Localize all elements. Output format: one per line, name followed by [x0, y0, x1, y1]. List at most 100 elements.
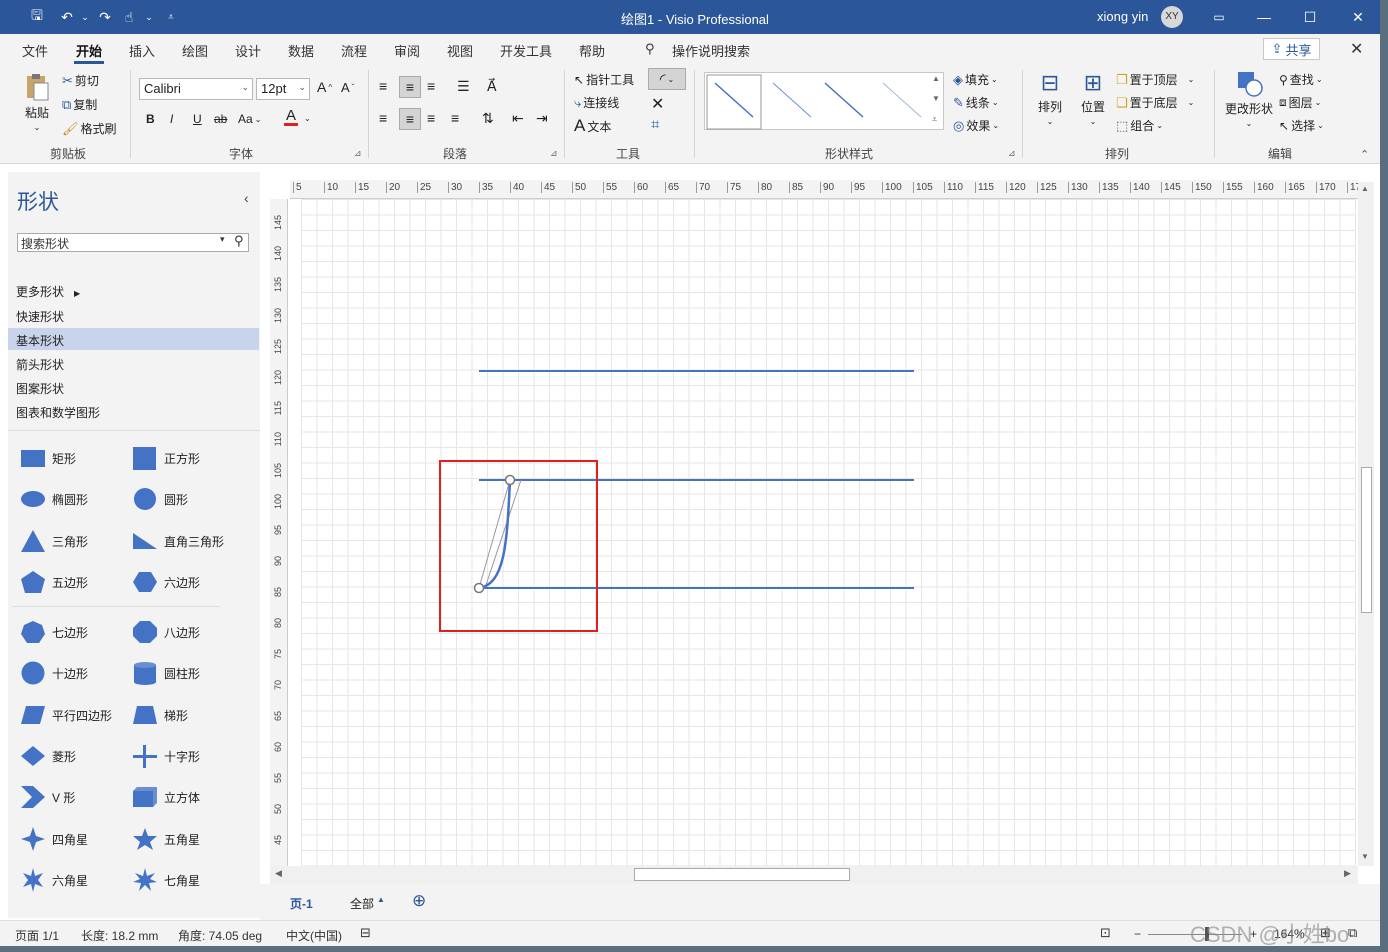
curve-startpoint-handle[interactable] [473, 582, 485, 594]
shape-style-gallery[interactable] [704, 72, 944, 130]
scroll-down-icon[interactable]: ▼ [1361, 852, 1369, 861]
switch-windows-icon[interactable]: ⧉ [1348, 925, 1357, 941]
shape-parallelogram[interactable]: 平行四边形 [20, 700, 112, 730]
grow-font-button[interactable]: A ^ [317, 79, 332, 95]
underline-button[interactable]: U [193, 112, 202, 126]
tab-page-1[interactable]: 页-1 [290, 895, 313, 912]
minimize-icon[interactable]: — [1252, 6, 1276, 28]
delete-connector-icon[interactable]: ✕ [651, 94, 664, 114]
user-name[interactable]: xiong yin [1097, 9, 1148, 24]
share-button[interactable]: ⇪ 共享 [1263, 38, 1320, 60]
tab-design[interactable]: 设计 [235, 41, 261, 60]
shape-cylinder[interactable]: 圆柱形 [132, 658, 200, 688]
language-status[interactable]: 中文(中国) [286, 927, 342, 944]
redo-icon[interactable]: ↷ [96, 8, 114, 26]
scroll-right-icon[interactable]: ▶ [1344, 868, 1351, 879]
align-left-icon[interactable]: ≡ [379, 110, 387, 126]
horizontal-scroll-thumb[interactable] [634, 868, 850, 881]
gallery-up-icon[interactable]: ▲ [932, 74, 940, 83]
search-shapes-input[interactable]: 搜索形状 ▾ ⚲ [17, 233, 249, 252]
decrease-indent-icon[interactable]: ⇤ [512, 110, 524, 127]
text-direction-icon[interactable]: A⃗ [487, 78, 497, 95]
position-button[interactable]: ⊞ 位置 ⌄ [1078, 70, 1108, 126]
tab-insert[interactable]: 插入 [129, 41, 155, 60]
align-middle-icon[interactable]: ≡ [399, 76, 421, 98]
tab-developer[interactable]: 开发工具 [500, 41, 552, 60]
font-size-select[interactable]: 12pt ⌄ [256, 78, 310, 100]
shape-ellipse[interactable]: 椭圆形 [20, 484, 88, 514]
customize-qat-icon[interactable]: ⩡ [162, 8, 180, 26]
send-to-back-button[interactable]: ❏ 置于底层 ⌄ [1116, 94, 1194, 111]
vertical-scroll-thumb[interactable] [1361, 467, 1372, 613]
align-top-icon[interactable]: ≡ [379, 78, 387, 94]
drawing-page[interactable] [301, 199, 1356, 867]
line-button[interactable]: ✎ 线条 ⌄ [953, 94, 999, 111]
font-color-button[interactable]: A [284, 108, 298, 126]
dialog-launcher-icon[interactable]: ⊿ [354, 148, 362, 159]
tab-home[interactable]: 开始 [76, 41, 102, 60]
font-family-select[interactable]: Calibri ⌄ [139, 78, 253, 100]
all-pages-button[interactable]: 全部 ▲ [350, 895, 385, 912]
tab-help[interactable]: 帮助 [579, 41, 605, 60]
shape-trapezoid[interactable]: 梯形 [132, 700, 188, 730]
change-case-button[interactable]: Aa ⌄ [238, 112, 261, 126]
tab-view[interactable]: 视图 [447, 41, 473, 60]
format-painter-button[interactable]: 🖌 格式刷 [62, 120, 117, 137]
cut-button[interactable]: ✂ 剪切 [62, 72, 99, 89]
shape-triangle[interactable]: 三角形 [20, 526, 88, 556]
shrink-font-button[interactable]: Aˇ [341, 80, 354, 95]
dialog-launcher-icon[interactable]: ⊿ [1008, 148, 1016, 159]
shape-hexagon[interactable]: 六边形 [132, 567, 200, 597]
connection-point-icon[interactable]: ⌗ [651, 116, 659, 133]
maximize-icon[interactable]: ☐ [1298, 6, 1322, 28]
align-right-icon[interactable]: ≡ [427, 110, 435, 126]
align-center-icon[interactable]: ≡ [399, 108, 421, 130]
shape-heptagon[interactable]: 七边形 [20, 617, 88, 647]
shape-cube[interactable]: 立方体 [132, 782, 200, 812]
curve-endpoint-handle[interactable] [504, 474, 516, 486]
find-button[interactable]: ⚲ 查找 ⌄ [1279, 71, 1323, 88]
shape-5-point-star[interactable]: 五角星 [132, 824, 200, 854]
increase-indent-icon[interactable]: ⇥ [536, 110, 548, 127]
tab-file[interactable]: 文件 [22, 41, 48, 60]
tab-data[interactable]: 数据 [288, 41, 314, 60]
fill-button[interactable]: ◈ 填充 ⌄ [953, 71, 998, 88]
presentation-mode-icon[interactable]: ⊡ [1100, 925, 1111, 941]
drawing-tools-button[interactable]: ◜ ⌄ [648, 68, 686, 90]
undo-icon[interactable]: ↶ [58, 8, 76, 26]
dialog-launcher-icon[interactable]: ⊿ [550, 148, 558, 159]
stencil-basic-shapes[interactable]: 基本形状 [8, 328, 259, 350]
pointer-tool-button[interactable]: ↖ 指针工具 [574, 71, 634, 88]
undo-dropdown-icon[interactable]: ⌄ [76, 8, 94, 26]
shape-decagon[interactable]: 十边形 [20, 658, 88, 688]
arrange-button[interactable]: ⊟ 排列 ⌄ [1035, 70, 1065, 126]
touch-dropdown-icon[interactable]: ⌄ [140, 8, 158, 26]
ribbon-display-icon[interactable]: ▭ [1207, 6, 1231, 28]
bold-button[interactable]: B [146, 112, 155, 126]
bring-to-front-button[interactable]: ❐ 置于顶层 ⌄ [1116, 71, 1194, 88]
shape-rectangle[interactable]: 矩形 [20, 443, 76, 473]
tab-draw[interactable]: 绘图 [182, 41, 208, 60]
change-shape-button[interactable]: 更改形状 ⌄ [1222, 70, 1276, 128]
scroll-left-icon[interactable]: ◀ [275, 868, 282, 879]
stencil-charts-math[interactable]: 图表和数学图形 [8, 400, 259, 422]
shape-chevron[interactable]: V 形 [20, 782, 75, 812]
align-bottom-icon[interactable]: ≡ [427, 78, 435, 94]
line-spacing-icon[interactable]: ⇅ [482, 110, 494, 127]
stencil-pattern-shapes[interactable]: 图案形状 [8, 376, 259, 398]
copy-button[interactable]: ⧉ 复制 [62, 96, 97, 113]
avatar[interactable]: XY [1161, 6, 1183, 28]
shape-cross[interactable]: 十字形 [132, 741, 200, 771]
layers-button[interactable]: ⧈ 图层 ⌄ [1279, 94, 1321, 111]
shape-circle[interactable]: 圆形 [132, 484, 188, 514]
stencil-arrow-shapes[interactable]: 箭头形状 [8, 352, 259, 374]
paste-button[interactable]: 粘贴 ⌄ [20, 72, 54, 132]
gallery-down-icon[interactable]: ▼ [932, 94, 940, 103]
shape-octagon[interactable]: 八边形 [132, 617, 200, 647]
shape-right-triangle[interactable]: 直角三角形 [132, 526, 224, 556]
close-icon[interactable]: ✕ [1346, 6, 1370, 28]
connector-button[interactable]: ⤷ 连接线 [574, 94, 619, 111]
select-button[interactable]: ↖ 选择 ⌄ [1279, 117, 1324, 134]
search-icon[interactable]: ⚲ [234, 233, 244, 249]
tab-review[interactable]: 审阅 [394, 41, 420, 60]
